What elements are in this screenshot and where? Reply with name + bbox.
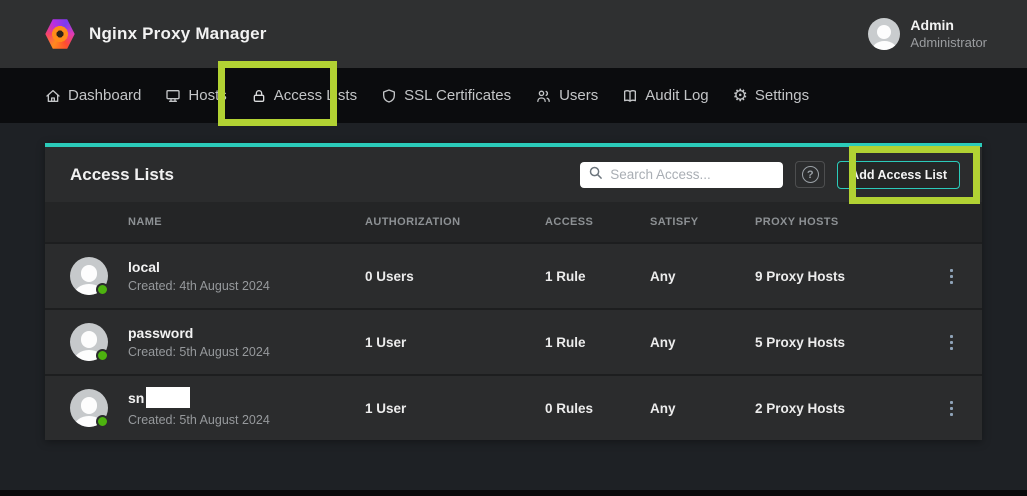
cell-access: 0 Rules [545, 401, 650, 416]
gear-icon: ⚙ [733, 87, 748, 104]
add-access-list-button[interactable]: Add Access List [837, 161, 960, 189]
access-list-name: sn [128, 389, 365, 410]
column-header-name: NAME [128, 216, 365, 228]
app-title: Nginx Proxy Manager [89, 24, 267, 44]
cell-satisfy: Any [650, 401, 755, 416]
help-button[interactable]: ? [795, 161, 825, 188]
table-row[interactable]: password Created: 5th August 2024 1 User… [45, 308, 982, 374]
home-icon [45, 88, 61, 104]
bottom-edge-strip [0, 490, 1027, 496]
row-menu-kebab-icon[interactable] [946, 331, 957, 354]
search-input[interactable] [610, 167, 775, 182]
nav-item-users[interactable]: Users [535, 87, 598, 104]
user-menu[interactable]: Admin Administrator [868, 17, 987, 51]
help-icon: ? [802, 166, 819, 183]
lock-icon [251, 88, 267, 104]
nav-label: Users [559, 87, 598, 104]
nav-label: Audit Log [645, 87, 708, 104]
nav-item-ssl-certificates[interactable]: SSL Certificates [381, 87, 511, 104]
nav-item-dashboard[interactable]: Dashboard [45, 87, 141, 104]
access-list-created: Created: 5th August 2024 [128, 413, 365, 427]
redaction-box [146, 387, 190, 408]
cell-satisfy: Any [650, 335, 755, 350]
row-menu-kebab-icon[interactable] [946, 265, 957, 288]
nav-label: Hosts [188, 87, 226, 104]
column-header-authorization: AUTHORIZATION [365, 216, 545, 228]
shield-icon [381, 88, 397, 104]
column-header-access: ACCESS [545, 216, 650, 228]
main-nav: Dashboard Hosts Access Lists SSL Certifi… [0, 68, 1027, 123]
table-header-row: NAME AUTHORIZATION ACCESS SATISFY PROXY … [45, 202, 982, 242]
access-list-name: password [128, 325, 365, 342]
row-menu-kebab-icon[interactable] [946, 397, 957, 420]
user-avatar[interactable] [868, 18, 900, 50]
access-list-name: local [128, 259, 365, 276]
nav-label: Dashboard [68, 87, 141, 104]
nginx-proxy-manager-app: Nginx Proxy Manager Admin Administrator … [0, 0, 1027, 496]
monitor-icon [165, 88, 181, 104]
column-header-satisfy: SATISFY [650, 216, 755, 228]
access-lists-panel: Access Lists ? Add Access List NAME AUTH… [45, 143, 982, 440]
users-icon [535, 88, 552, 104]
row-avatar [70, 323, 108, 361]
row-avatar [70, 389, 108, 427]
nav-item-access-lists[interactable]: Access Lists [251, 87, 357, 104]
cell-authorization: 1 User [365, 401, 545, 416]
nav-item-settings[interactable]: ⚙ Settings [733, 87, 809, 104]
panel-header: Access Lists ? Add Access List [45, 147, 982, 202]
table-row[interactable]: local Created: 4th August 2024 0 Users 1… [45, 242, 982, 308]
app-header: Nginx Proxy Manager Admin Administrator [0, 0, 1027, 68]
table-row[interactable]: sn Created: 5th August 2024 1 User 0 Rul… [45, 374, 982, 440]
nav-item-audit-log[interactable]: Audit Log [622, 87, 708, 104]
cell-satisfy: Any [650, 269, 755, 284]
search-icon [588, 165, 603, 185]
column-header-proxy-hosts: PROXY HOSTS [755, 216, 920, 228]
status-dot [96, 349, 109, 362]
cell-access: 1 Rule [545, 335, 650, 350]
cell-proxy-hosts: 2 Proxy Hosts [755, 401, 920, 416]
npm-logo-icon [45, 18, 75, 50]
status-dot [96, 415, 109, 428]
user-info: Admin Administrator [910, 17, 987, 51]
cell-access: 1 Rule [545, 269, 650, 284]
user-name: Admin [910, 17, 987, 35]
cell-proxy-hosts: 5 Proxy Hosts [755, 335, 920, 350]
user-role: Administrator [910, 35, 987, 51]
search-box [580, 162, 783, 188]
status-dot [96, 283, 109, 296]
cell-proxy-hosts: 9 Proxy Hosts [755, 269, 920, 284]
cell-authorization: 0 Users [365, 269, 545, 284]
access-list-created: Created: 4th August 2024 [128, 279, 365, 293]
row-avatar [70, 257, 108, 295]
nav-label: Access Lists [274, 87, 357, 104]
page-title: Access Lists [70, 165, 174, 185]
access-list-created: Created: 5th August 2024 [128, 345, 365, 359]
panel-tools: ? Add Access List [580, 161, 960, 189]
book-icon [622, 88, 638, 104]
nav-item-hosts[interactable]: Hosts [165, 87, 226, 104]
nav-label: Settings [755, 87, 809, 104]
nav-label: SSL Certificates [404, 87, 511, 104]
cell-authorization: 1 User [365, 335, 545, 350]
